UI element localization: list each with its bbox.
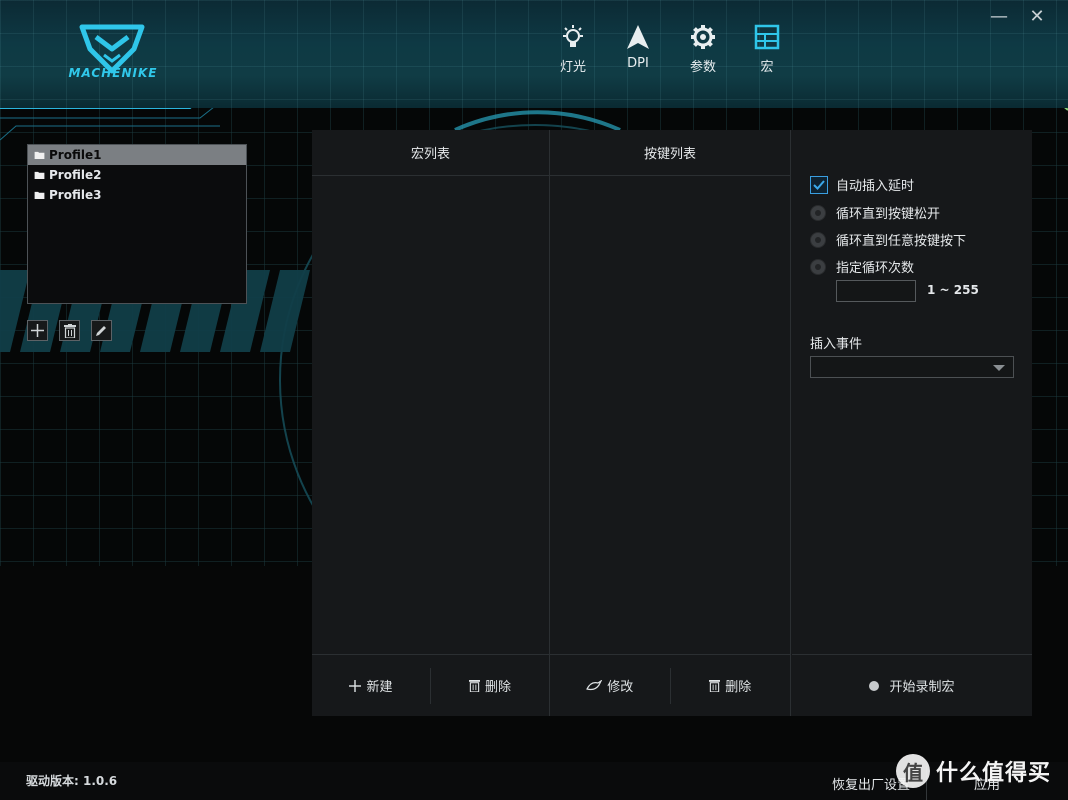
key-list-column: 按键列表 修改 删除 [550,130,791,716]
new-macro-button[interactable]: 新建 [312,668,430,704]
trash-icon [709,680,721,692]
radio-circle [810,231,826,248]
delete-key-label: 删除 [725,680,752,695]
auto-insert-delay-checkbox[interactable]: 自动插入延时 [810,175,914,194]
chevron-down-icon [993,365,1005,371]
profile-item-1[interactable]: Profile1 [28,145,246,165]
radio-label: 循环直到任意按键按下 [836,234,967,249]
loop-until-release-radio[interactable]: 循环直到按键松开 [810,203,940,222]
watermark-text: 什么值得买 [936,761,1052,786]
macro-panel: 宏列表 新建 删除 按键列表 修改 删除 自动插入延时 循环直到按键松开 循环直… [312,130,1032,716]
header-grid-decoration [0,0,1068,108]
gear-icon [691,25,715,49]
nav-parameters[interactable]: 参数 [677,24,729,80]
folder-icon [34,171,45,179]
key-list-header: 按键列表 [550,130,790,176]
profile-label: Profile3 [49,188,102,202]
record-footer: 开始录制宏 [792,654,1032,716]
radio-label: 循环直到按键松开 [836,207,941,222]
profile-label: Profile1 [49,148,102,162]
macro-list-footer: 新建 删除 [312,654,549,716]
profile-label: Profile2 [49,168,102,182]
trash-icon [63,323,76,338]
macro-list-body[interactable] [312,176,549,654]
nav-macro-label: 宏 [760,60,774,75]
check-icon [813,179,825,190]
new-macro-label: 新建 [366,680,393,695]
trash-icon [468,680,480,692]
pencil-icon [96,326,106,336]
watermark-badge: 值 [896,754,930,788]
driver-version: 驱动版本: 1.0.6 [26,774,118,788]
nav-dpi[interactable]: DPI [612,24,664,80]
edit-icon [586,679,603,690]
radio-circle [810,204,826,221]
nav-dpi-label: DPI [627,56,649,71]
profile-item-3[interactable]: Profile3 [28,185,246,205]
folder-icon [34,151,45,159]
nav-macro[interactable]: 宏 [741,24,793,80]
delete-macro-label: 删除 [484,680,511,695]
loop-until-any-key-radio[interactable]: 循环直到任意按键按下 [810,230,966,249]
logo-text: MACHENIKE [68,66,158,80]
add-icon [31,324,44,337]
auto-insert-delay-label: 自动插入延时 [836,179,915,194]
radio-circle [810,258,826,275]
modify-key-label: 修改 [607,680,634,695]
profile-list: Profile1 Profile2 Profile3 [27,144,247,304]
add-icon [349,679,362,692]
start-recording-label: 开始录制宏 [889,680,955,695]
loop-count-input[interactable] [836,280,916,302]
watermark: 值 什么值得买 [896,754,1051,788]
checkbox-box [810,175,828,194]
folder-icon [34,191,45,199]
macro-options-column: 自动插入延时 循环直到按键松开 循环直到任意按键按下 指定循环次数 1 ~ 25… [792,130,1032,716]
cursor-arrow-icon [627,25,649,49]
bulb-icon [563,25,583,47]
record-icon [869,680,880,691]
close-button[interactable]: ✕ [1026,6,1048,28]
insert-event-dropdown[interactable] [810,356,1014,378]
loop-count-radio[interactable]: 指定循环次数 [810,257,914,276]
start-recording-button[interactable]: 开始录制宏 [792,668,1032,704]
header-bar [0,0,1068,108]
delete-macro-button[interactable]: 删除 [431,668,549,704]
insert-event-label: 插入事件 [810,337,863,352]
nav-lighting[interactable]: 灯光 [547,24,599,80]
radio-label: 指定循环次数 [836,261,915,276]
delete-profile-button[interactable] [59,320,80,341]
key-list-footer: 修改 删除 [550,654,790,716]
nav-lighting-label: 灯光 [559,60,586,75]
macro-list-header: 宏列表 [312,130,549,176]
profile-toolbar [27,320,112,342]
add-profile-button[interactable] [27,320,48,341]
macro-list-column: 宏列表 新建 删除 [312,130,550,716]
delete-key-button[interactable]: 删除 [671,668,791,704]
profile-item-2[interactable]: Profile2 [28,165,246,185]
rename-profile-button[interactable] [91,320,112,341]
key-list-body[interactable] [550,176,790,654]
modify-key-button[interactable]: 修改 [550,668,670,704]
grid-icon [754,24,780,50]
loop-range-hint: 1 ~ 255 [927,283,979,297]
nav-parameters-label: 参数 [689,60,716,75]
minimize-button[interactable]: — [988,6,1010,28]
